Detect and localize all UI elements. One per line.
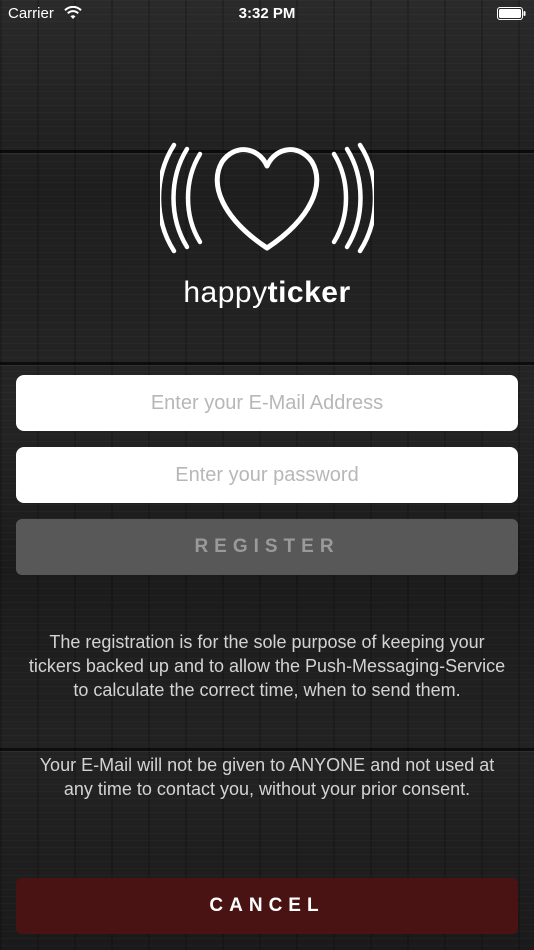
status-bar: Carrier 3:32 PM bbox=[0, 0, 534, 28]
registration-purpose-text: The registration is for the sole purpose… bbox=[28, 632, 506, 700]
app-wordmark: happyticker bbox=[0, 276, 534, 310]
register-screen: Carrier 3:32 PM happyticker REGISTER The… bbox=[0, 0, 534, 950]
cancel-button-label: CANCEL bbox=[209, 895, 325, 916]
heart-signal-icon bbox=[160, 142, 374, 254]
privacy-note-text: Your E-Mail will not be given to ANYONE … bbox=[39, 755, 495, 799]
wood-plank-seam bbox=[0, 362, 534, 365]
cancel-button[interactable]: CANCEL bbox=[16, 878, 518, 934]
password-input[interactable] bbox=[16, 447, 518, 503]
wood-plank-seam bbox=[0, 748, 534, 751]
battery-icon bbox=[497, 7, 526, 20]
wordmark-light: happy bbox=[183, 276, 268, 309]
wordmark-bold: ticker bbox=[267, 276, 351, 309]
email-input[interactable] bbox=[16, 375, 518, 431]
status-time: 3:32 PM bbox=[238, 5, 296, 22]
register-button-label: REGISTER bbox=[194, 536, 340, 557]
register-button[interactable]: REGISTER bbox=[16, 519, 518, 575]
